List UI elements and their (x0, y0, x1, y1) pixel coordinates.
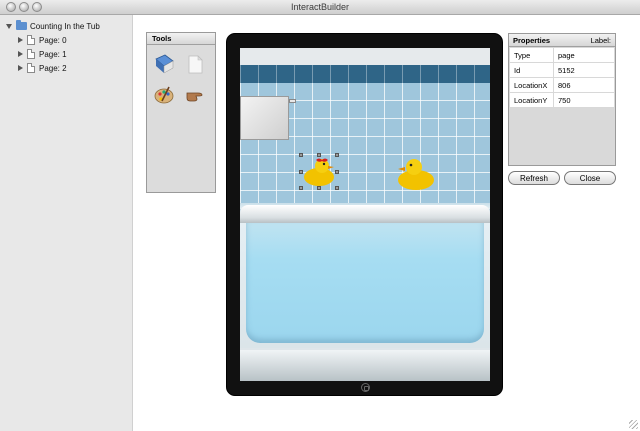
close-button[interactable]: Close (564, 171, 616, 185)
tree-page-label: Page: 0 (39, 35, 67, 45)
page-icon (27, 35, 35, 45)
properties-panel: Properties Label: Type page Id 5152 Loca… (508, 33, 616, 166)
property-key: LocationX (509, 77, 554, 93)
selection-handle[interactable] (299, 153, 303, 157)
window-title: InteractBuilder (290, 2, 350, 12)
disclosure-collapsed-icon[interactable] (18, 37, 23, 43)
pointing-hand-icon[interactable] (183, 83, 207, 107)
property-key: Type (509, 47, 554, 63)
bathtub-base (240, 348, 490, 381)
page-canvas[interactable] (240, 48, 490, 381)
title-bar: InteractBuilder (0, 0, 640, 15)
page-tree-sidebar: Counting In the Tub Page: 0 Page: 1 Page… (0, 15, 133, 431)
tools-panel: Tools (146, 32, 216, 193)
table-row[interactable]: Type page (509, 47, 615, 63)
selection-handle[interactable] (335, 186, 339, 190)
disclosure-collapsed-icon[interactable] (18, 65, 23, 71)
palette-icon[interactable] (152, 83, 176, 107)
properties-header: Properties Label: (509, 34, 615, 47)
tree-root-label: Counting In the Tub (30, 21, 100, 31)
tree-page-item[interactable]: Page: 0 (18, 34, 67, 46)
label-caption: Label: (590, 35, 611, 45)
property-value[interactable]: page (553, 47, 615, 63)
property-key: Id (509, 62, 554, 78)
towel-hook-image[interactable] (289, 99, 296, 103)
selection-handle[interactable] (335, 170, 339, 174)
folder-icon (16, 20, 27, 30)
tree-page-item[interactable]: Page: 2 (18, 62, 67, 74)
table-row[interactable]: LocationY 750 (509, 92, 615, 108)
tree-root-item[interactable]: Counting In the Tub (6, 20, 100, 32)
home-button-icon (361, 383, 370, 392)
blank-page-icon[interactable] (183, 52, 207, 76)
wall-top (240, 48, 490, 65)
tree-page-item[interactable]: Page: 1 (18, 48, 67, 60)
mirror-image[interactable] (240, 96, 289, 140)
rubber-duck[interactable] (395, 155, 437, 191)
bath-water (246, 223, 484, 343)
selection-handle[interactable] (317, 153, 321, 157)
selection-handle[interactable] (317, 186, 321, 190)
property-value[interactable]: 750 (553, 92, 615, 108)
tree-page-label: Page: 1 (39, 49, 67, 59)
page-icon (27, 49, 35, 59)
tree-page-label: Page: 2 (39, 63, 67, 73)
selection-handle[interactable] (335, 153, 339, 157)
properties-table: Type page Id 5152 LocationX 806 Location… (509, 47, 615, 108)
property-value[interactable]: 806 (553, 77, 615, 93)
selection-handle[interactable] (299, 170, 303, 174)
ipad-preview (226, 33, 503, 396)
dark-tile-border (240, 65, 490, 83)
selection-handle[interactable] (299, 186, 303, 190)
properties-title: Properties (513, 35, 551, 45)
disclosure-expanded-icon[interactable] (6, 23, 12, 29)
table-row[interactable]: Id 5152 (509, 62, 615, 78)
table-row[interactable]: LocationX 806 (509, 77, 615, 93)
page-icon (27, 63, 35, 73)
rubber-duck-selected[interactable] (302, 155, 338, 187)
disclosure-collapsed-icon[interactable] (18, 51, 23, 57)
tools-panel-title: Tools (147, 33, 215, 45)
refresh-button[interactable]: Refresh (508, 171, 560, 185)
property-value[interactable]: 5152 (553, 62, 615, 78)
resize-grip-icon[interactable] (629, 420, 638, 429)
book-icon[interactable] (152, 52, 176, 76)
bathtub-rim (240, 205, 490, 223)
property-key: LocationY (509, 92, 554, 108)
